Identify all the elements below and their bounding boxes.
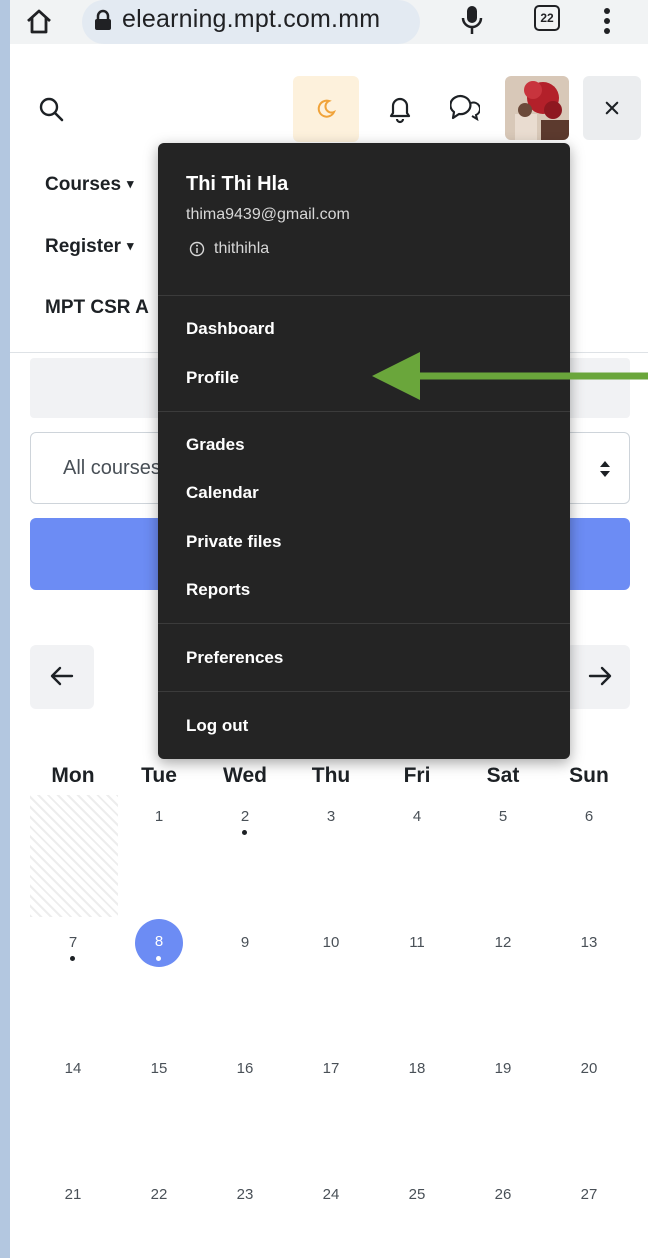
prev-month-button[interactable] bbox=[30, 645, 94, 709]
annotation-arrow-icon bbox=[372, 352, 648, 400]
calendar-day[interactable]: 18 bbox=[374, 1060, 460, 1077]
user-fullname: Thi Thi Hla bbox=[186, 173, 289, 195]
bell-icon[interactable] bbox=[386, 94, 414, 124]
calendar-day[interactable]: 16 bbox=[202, 1060, 288, 1077]
calendar-day[interactable]: 3 bbox=[288, 808, 374, 825]
search-icon[interactable] bbox=[38, 96, 64, 122]
event-dot bbox=[70, 956, 75, 961]
calendar-day[interactable]: 13 bbox=[546, 934, 632, 951]
browser-toolbar: elearning.mpt.com.mm 22 bbox=[10, 0, 648, 44]
calendar-day[interactable]: 11 bbox=[374, 934, 460, 951]
nav-register-label: Register bbox=[45, 236, 122, 257]
calendar-day[interactable]: 24 bbox=[288, 1186, 374, 1203]
nav-mpt-csr-label: MPT CSR A bbox=[45, 297, 149, 318]
calendar-day[interactable]: 21 bbox=[30, 1186, 116, 1203]
weekday-header: Sun bbox=[569, 764, 609, 787]
menu-divider bbox=[158, 411, 570, 412]
mic-icon[interactable] bbox=[460, 4, 484, 36]
calendar-day[interactable]: 12 bbox=[460, 934, 546, 951]
event-dot bbox=[156, 956, 161, 961]
weekday-header: Sat bbox=[486, 764, 520, 787]
calendar-day[interactable]: 2 bbox=[202, 808, 288, 825]
calendar-day[interactable]: 22 bbox=[116, 1186, 202, 1203]
calendar-day[interactable]: 15 bbox=[116, 1060, 202, 1077]
avatar-image bbox=[505, 76, 569, 140]
calendar-day[interactable]: 23 bbox=[202, 1186, 288, 1203]
moon-icon bbox=[317, 99, 337, 118]
menu-item-profile[interactable]: Profile bbox=[186, 368, 239, 388]
menu-item-dashboard[interactable]: Dashboard bbox=[186, 319, 275, 339]
close-icon bbox=[605, 101, 619, 115]
weekday-header: Tue bbox=[141, 764, 177, 787]
caret-down-icon: ▾ bbox=[127, 238, 134, 253]
calendar-day[interactable]: 7 bbox=[30, 934, 116, 951]
info-icon bbox=[189, 241, 205, 257]
calendar-day-today[interactable]: 8 bbox=[135, 933, 183, 950]
calendar-day[interactable]: 27 bbox=[546, 1186, 632, 1203]
calendar-day[interactable]: 14 bbox=[30, 1060, 116, 1077]
menu-divider bbox=[158, 295, 570, 296]
weekday-header: Fri bbox=[403, 764, 431, 787]
calendar-day[interactable]: 10 bbox=[288, 934, 374, 951]
chat-icon[interactable] bbox=[450, 94, 480, 122]
close-button[interactable] bbox=[583, 76, 641, 140]
previous-month-cell bbox=[30, 795, 118, 917]
event-dot bbox=[242, 830, 247, 835]
calendar-day[interactable]: 25 bbox=[374, 1186, 460, 1203]
weekday-header: Mon bbox=[51, 764, 95, 787]
url-text[interactable]: elearning.mpt.com.mm bbox=[122, 5, 380, 34]
menu-item-logout[interactable]: Log out bbox=[186, 716, 248, 736]
next-month-button[interactable] bbox=[566, 645, 630, 709]
nav-mpt-csr[interactable]: MPT CSR A bbox=[45, 297, 149, 319]
menu-divider bbox=[158, 623, 570, 624]
user-username: thithihla bbox=[214, 240, 270, 257]
weekday-header: Wed bbox=[223, 764, 267, 787]
menu-item-calendar[interactable]: Calendar bbox=[186, 483, 259, 503]
home-icon[interactable] bbox=[24, 6, 54, 36]
course-filter-value: All courses bbox=[63, 457, 161, 479]
kebab-icon[interactable] bbox=[602, 6, 612, 36]
nav-courses-label: Courses bbox=[45, 174, 122, 195]
calendar-day[interactable]: 9 bbox=[202, 934, 288, 951]
user-avatar[interactable] bbox=[505, 76, 569, 140]
calendar-day[interactable]: 4 bbox=[374, 808, 460, 825]
calendar-day[interactable]: 19 bbox=[460, 1060, 546, 1077]
caret-down-icon: ▾ bbox=[127, 176, 134, 191]
calendar-day[interactable]: 1 bbox=[116, 808, 202, 825]
arrow-left-icon bbox=[50, 666, 74, 686]
weekday-header: Thu bbox=[311, 764, 351, 787]
menu-item-preferences[interactable]: Preferences bbox=[186, 648, 283, 668]
page: elearning.mpt.com.mm 22 Courses ▾ Regist… bbox=[10, 0, 648, 1258]
select-arrows-icon bbox=[600, 461, 610, 477]
calendar-day[interactable]: 5 bbox=[460, 808, 546, 825]
tabs-icon[interactable]: 22 bbox=[534, 5, 560, 31]
site-header bbox=[10, 64, 648, 154]
calendar-day[interactable]: 26 bbox=[460, 1186, 546, 1203]
calendar-day[interactable]: 20 bbox=[546, 1060, 632, 1077]
calendar-day[interactable]: 17 bbox=[288, 1060, 374, 1077]
tab-count: 22 bbox=[540, 11, 554, 25]
user-menu: Thi Thi Hla thima9439@gmail.com thithihl… bbox=[158, 143, 570, 759]
left-edge-strip bbox=[0, 0, 10, 1258]
lock-icon bbox=[95, 9, 111, 30]
calendar-day[interactable]: 6 bbox=[546, 808, 632, 825]
menu-item-private-files[interactable]: Private files bbox=[186, 532, 281, 552]
nav-courses[interactable]: Courses ▾ bbox=[45, 174, 134, 196]
menu-item-grades[interactable]: Grades bbox=[186, 435, 245, 455]
user-email: thima9439@gmail.com bbox=[186, 206, 350, 223]
arrow-right-icon bbox=[588, 666, 612, 686]
menu-divider bbox=[158, 691, 570, 692]
dark-mode-toggle[interactable] bbox=[293, 76, 359, 142]
menu-item-reports[interactable]: Reports bbox=[186, 580, 250, 600]
nav-register[interactable]: Register ▾ bbox=[45, 236, 134, 258]
